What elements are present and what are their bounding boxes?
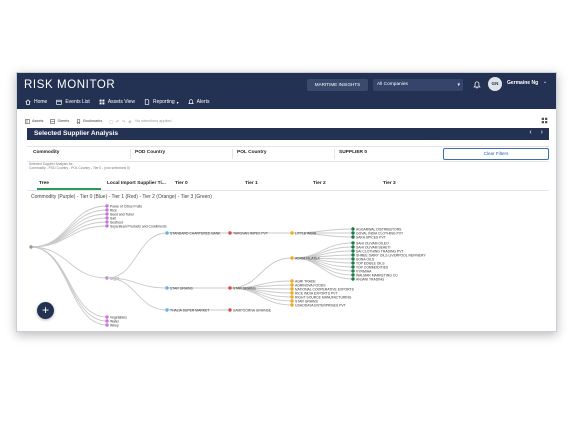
tier3-node[interactable]: [351, 265, 355, 269]
tier1-node[interactable]: [228, 286, 232, 290]
tier3-node[interactable]: [351, 261, 355, 265]
add-button[interactable]: +: [37, 302, 54, 319]
tier2-node[interactable]: [290, 291, 294, 295]
commodity-node[interactable]: [105, 323, 109, 327]
tier3-node[interactable]: [351, 273, 355, 277]
tree-link: [30, 246, 108, 279]
commodity-label: Soya Bean Products and Condiments: [110, 224, 167, 228]
tier2-node[interactable]: [290, 256, 294, 260]
tier3-node[interactable]: [351, 257, 355, 261]
tier3-node[interactable]: [351, 227, 355, 231]
commodity-node[interactable]: [105, 315, 109, 319]
commodity-label: Whey: [110, 323, 119, 327]
tree-link: [30, 225, 108, 248]
tier2-label: USHODAYA ENTERPRISES PVT: [295, 303, 346, 307]
tier0-label: STAR GRAINS: [170, 286, 193, 290]
tier0-label: THALIA SUPER MARKET: [170, 308, 209, 312]
tier3-label: ANJANI TRADING: [356, 277, 385, 281]
tree-link: [291, 257, 354, 280]
tier2-node[interactable]: [290, 283, 294, 287]
tier2-node[interactable]: [290, 303, 294, 307]
tier2-node[interactable]: [290, 279, 294, 283]
tier0-node[interactable]: [165, 286, 169, 290]
tier3-node[interactable]: [351, 245, 355, 249]
commodity-node[interactable]: [105, 208, 109, 212]
commodity-node[interactable]: [105, 204, 109, 208]
root-node[interactable]: [29, 245, 33, 249]
tier3-node[interactable]: [351, 253, 355, 257]
tier2-label: LITTLE INDIA: [295, 231, 317, 235]
tree-link: [229, 257, 293, 289]
commodity-node[interactable]: [105, 220, 109, 224]
tier2-label: ADANI FILATEX: [295, 256, 321, 260]
tier3-label: SAKA SPICES PVT: [356, 235, 386, 239]
supplier-tree-chart[interactable]: Purée of Citrus FruitsRiceSeed and Tuber…: [17, 73, 556, 331]
tier2-node[interactable]: [290, 299, 294, 303]
commodity-node[interactable]: [105, 319, 109, 323]
tier0-node[interactable]: [165, 308, 169, 312]
tier1-label: STAR GRAINS: [233, 286, 256, 290]
tier1-node[interactable]: [228, 231, 232, 235]
tree-link: [106, 232, 168, 279]
tier3-node[interactable]: [351, 269, 355, 273]
tree-link: [30, 217, 108, 248]
tier3-node[interactable]: [351, 235, 355, 239]
tier3-node[interactable]: [351, 249, 355, 253]
tier2-node[interactable]: [290, 287, 294, 291]
tier3-node[interactable]: [351, 231, 355, 235]
tier2-node[interactable]: [290, 295, 294, 299]
tier1-label: SAMPOORNA GRAINSE: [233, 308, 272, 312]
commodity-node[interactable]: [105, 216, 109, 220]
tier1-node[interactable]: [228, 308, 232, 312]
commodity-node[interactable]: [105, 212, 109, 216]
tier1-label: TARGVAN IMPEX PVT: [233, 231, 268, 235]
app-window: RISK MONITOR MARITIME INSIGHTS All Compa…: [16, 72, 557, 332]
tier0-node[interactable]: [165, 231, 169, 235]
tier3-node[interactable]: [351, 241, 355, 245]
tier3-node[interactable]: [351, 277, 355, 281]
tier2-node[interactable]: [290, 231, 294, 235]
commodity-node[interactable]: [105, 224, 109, 228]
tree-link: [30, 221, 108, 248]
tier0-label: STANDARD CHARTERED BANK: [170, 231, 221, 235]
